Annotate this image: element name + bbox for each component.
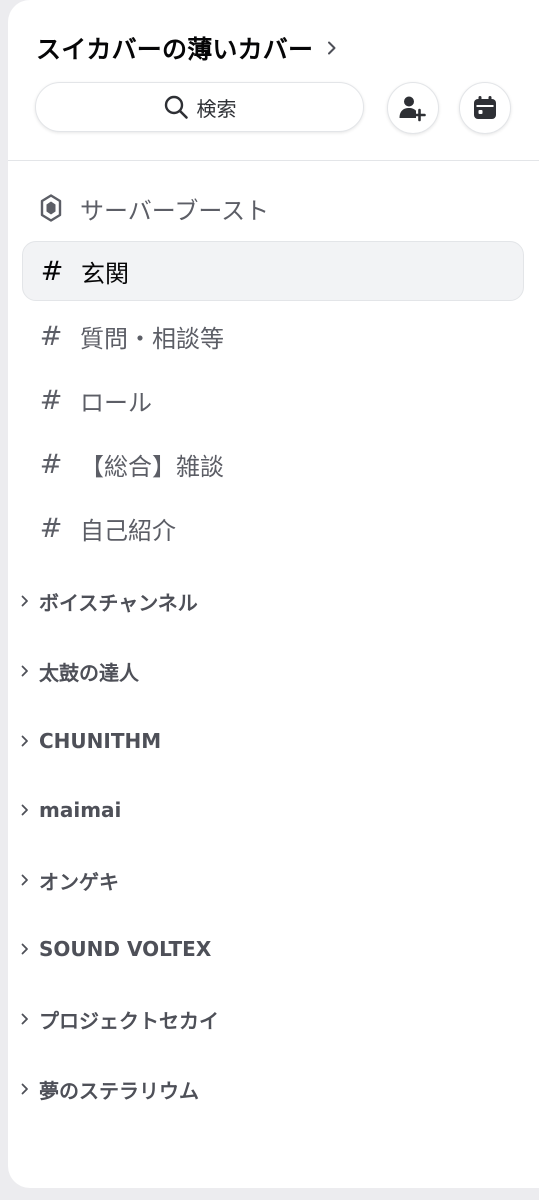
chevron-right-icon — [20, 664, 30, 678]
channel-label: 【総合】雑談 — [80, 452, 224, 481]
category-label: ボイスチャンネル — [39, 590, 198, 615]
channel-label: 質問・相談等 — [80, 324, 224, 353]
category-chunithm[interactable]: CHUNITHM — [20, 721, 161, 761]
channel-label: ロール — [80, 388, 152, 417]
channel-sidebar: スイカバーの薄いカバー 検索 サーバーブースト # 玄関 # 質問・相談等 # … — [8, 0, 539, 1188]
channel-label: 玄関 — [81, 259, 129, 288]
add-member-icon — [398, 94, 428, 122]
category-label: プロジェクトセカイ — [39, 1008, 219, 1033]
channel-roles[interactable]: # ロール — [22, 370, 524, 430]
search-label: 検索 — [196, 96, 237, 121]
channel-label: サーバーブースト — [80, 196, 270, 225]
hash-icon: # — [39, 448, 63, 480]
header-divider — [8, 160, 539, 161]
chevron-right-icon — [20, 803, 30, 817]
calendar-icon — [472, 95, 498, 121]
server-name: スイカバーの薄いカバー — [36, 35, 314, 64]
category-voice-channels[interactable]: ボイスチャンネル — [20, 581, 198, 621]
hash-icon: # — [39, 512, 63, 544]
category-label: maimai — [39, 798, 122, 822]
channel-server-boost[interactable]: サーバーブースト — [22, 178, 524, 238]
hash-icon: # — [40, 255, 64, 287]
channel-general-chat[interactable]: # 【総合】雑談 — [22, 434, 524, 494]
hash-icon: # — [39, 320, 63, 352]
category-ongeki[interactable]: オンゲキ — [20, 860, 119, 900]
category-maimai[interactable]: maimai — [20, 790, 121, 830]
boost-icon — [36, 194, 66, 222]
category-project-sekai[interactable]: プロジェクトセカイ — [20, 999, 219, 1039]
invite-button[interactable] — [387, 82, 439, 134]
channel-questions[interactable]: # 質問・相談等 — [22, 306, 524, 366]
hash-icon: # — [39, 384, 63, 416]
chevron-right-icon — [20, 594, 30, 608]
chevron-right-icon — [20, 734, 30, 748]
category-taiko[interactable]: 太鼓の達人 — [20, 651, 139, 691]
chevron-right-icon — [20, 1012, 30, 1026]
search-button[interactable]: 検索 — [35, 82, 364, 132]
category-sound-voltex[interactable]: SOUND VOLTEX — [20, 929, 211, 969]
channel-genkan[interactable]: # 玄関 — [22, 241, 524, 301]
chevron-right-icon — [20, 942, 30, 956]
category-label: SOUND VOLTEX — [39, 937, 212, 961]
server-header[interactable]: スイカバーの薄いカバー — [36, 28, 339, 68]
category-label: 太鼓の達人 — [39, 660, 139, 685]
category-label: CHUNITHM — [39, 729, 162, 753]
channel-introductions[interactable]: # 自己紹介 — [22, 498, 524, 558]
events-button[interactable] — [459, 82, 511, 134]
search-icon — [163, 94, 189, 120]
chevron-right-icon — [325, 41, 339, 55]
category-label: オンゲキ — [39, 869, 119, 894]
category-stellarium[interactable]: 夢のステラリウム — [20, 1069, 199, 1109]
chevron-right-icon — [20, 1082, 30, 1096]
category-label: 夢のステラリウム — [39, 1078, 199, 1103]
chevron-right-icon — [20, 873, 30, 887]
channel-label: 自己紹介 — [80, 516, 176, 545]
